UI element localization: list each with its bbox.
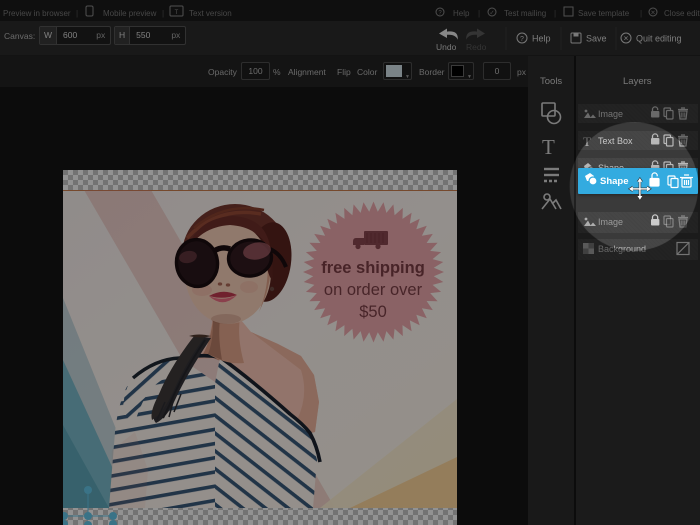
svg-text:Help: Help — [532, 34, 551, 44]
svg-text:free shipping: free shipping — [321, 259, 425, 277]
svg-text:$50: $50 — [359, 303, 387, 321]
svg-text:✕: ✕ — [650, 11, 655, 17]
svg-text:T: T — [175, 10, 179, 16]
svg-text:T: T — [542, 135, 555, 159]
svg-text:Undo: Undo — [436, 42, 457, 52]
svg-text:Save: Save — [586, 34, 607, 44]
svg-text:on order over: on order over — [324, 281, 423, 299]
svg-text:Quit editing: Quit editing — [636, 34, 682, 44]
svg-text:✓: ✓ — [489, 11, 494, 17]
svg-text:T: T — [583, 134, 591, 149]
svg-text:?: ? — [520, 36, 524, 43]
svg-text:✕: ✕ — [623, 36, 628, 43]
svg-text:Redo: Redo — [466, 42, 487, 52]
